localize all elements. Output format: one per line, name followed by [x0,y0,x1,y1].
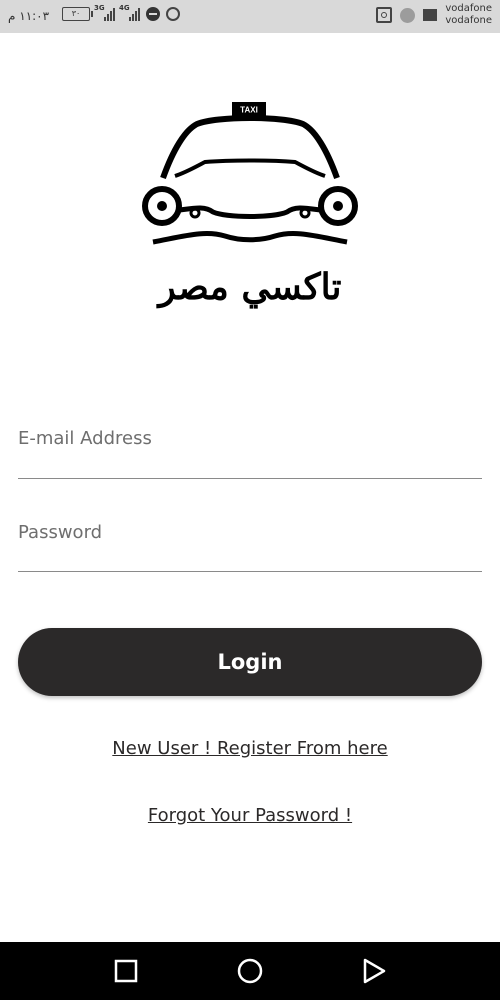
back-icon[interactable] [361,958,387,984]
battery-icon: ٣٠ [62,7,93,21]
hotspot-icon [166,7,180,21]
status-icons-right: vodafone vodafone [376,3,492,27]
status-icons-left: ٣٠ 3G 4G [62,4,180,21]
email-placeholder: E-mail Address [18,428,152,449]
forgot-password-link-row: Forgot Your Password ! [0,805,500,826]
taxi-car-logo-icon: TAXI [142,102,358,245]
status-bar: ١١:٠٣ م ٣٠ 3G 4G vodafone vodafone [0,0,500,33]
navigation-bar [0,942,500,1000]
carrier-top: vodafone [445,3,492,14]
forgot-password-link[interactable]: Forgot Your Password ! [148,805,352,826]
signal-icon-4g: 4G [119,4,140,21]
taxi-sign-text: TAXI [240,106,258,115]
register-link-row: New User ! Register From here [0,738,500,759]
register-link[interactable]: New User ! Register From here [112,738,387,759]
signal-icon-3g: 3G [94,4,115,21]
password-field[interactable]: Password [18,514,482,574]
screenshot-icon [376,7,393,23]
app-notification-icon [400,7,416,23]
carrier-labels: vodafone vodafone [445,3,492,27]
password-placeholder: Password [18,522,103,543]
recent-apps-icon[interactable] [113,958,139,984]
password-underline [18,571,482,572]
home-icon[interactable] [237,958,263,984]
email-underline [18,478,482,479]
email-field[interactable]: E-mail Address [18,420,482,480]
image-notification-icon [423,9,438,21]
brand-name-arabic: تاكسي مصر [158,266,342,308]
status-time: ١١:٠٣ م [8,9,50,23]
carrier-bottom: vodafone [445,15,492,26]
do-not-disturb-icon [146,7,160,21]
login-button[interactable]: Login [18,628,482,696]
